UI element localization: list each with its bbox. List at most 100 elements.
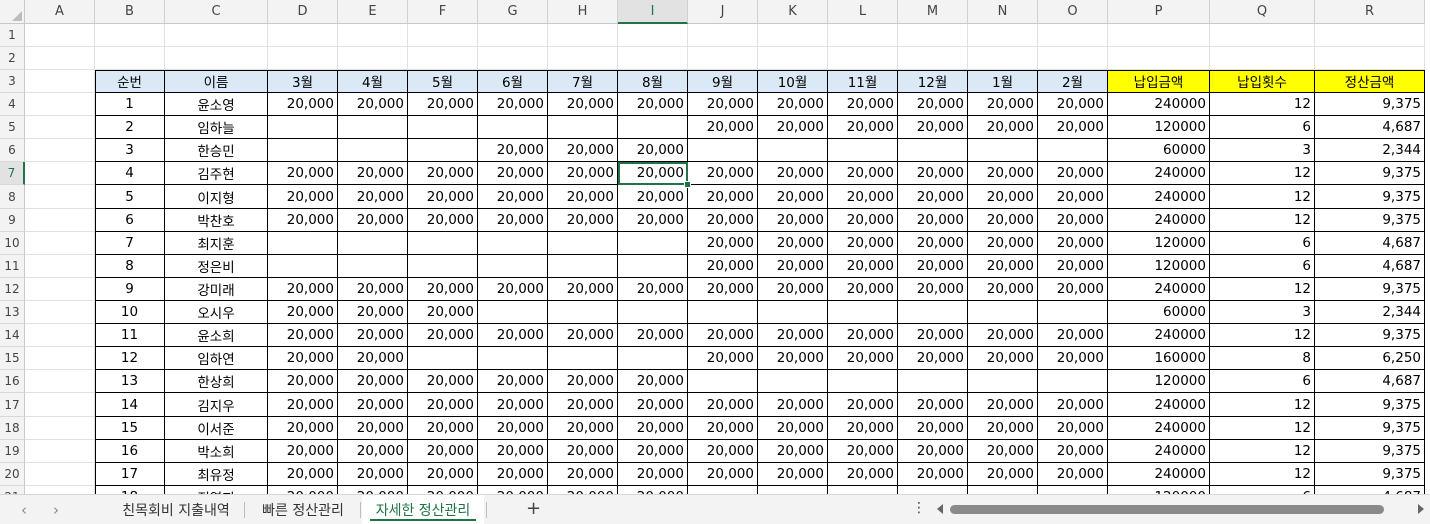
table-cell[interactable]: 20,000 (688, 278, 758, 301)
table-cell[interactable]: 9,375 (1315, 278, 1425, 301)
table-cell[interactable]: 20,000 (1038, 324, 1108, 347)
table-cell[interactable]: 20,000 (828, 393, 898, 417)
table-header-cell[interactable]: 6월 (478, 70, 548, 93)
row-header-15[interactable]: 15 (0, 347, 25, 370)
select-all-corner[interactable] (0, 0, 25, 24)
table-cell[interactable]: 20,000 (338, 486, 408, 494)
table-cell[interactable]: 240000 (1108, 278, 1210, 301)
table-cell[interactable] (1038, 301, 1108, 324)
table-cell[interactable]: 20,000 (1038, 116, 1108, 139)
table-cell[interactable]: 20,000 (688, 232, 758, 255)
sheet-tab-quick[interactable]: 빠른 정산관리 (246, 495, 360, 524)
table-cell[interactable]: 박소희 (165, 440, 268, 463)
table-cell[interactable]: 20,000 (338, 463, 408, 486)
column-header-j[interactable]: J (688, 0, 758, 24)
table-cell[interactable]: 240000 (1108, 417, 1210, 440)
table-cell[interactable]: 20,000 (618, 370, 688, 393)
table-cell[interactable]: 20,000 (898, 278, 968, 301)
table-cell[interactable] (618, 232, 688, 255)
table-cell[interactable]: 이지형 (165, 185, 268, 209)
table-cell[interactable] (338, 139, 408, 162)
table-cell[interactable]: 20,000 (548, 370, 618, 393)
table-cell[interactable] (828, 139, 898, 162)
table-cell[interactable]: 20,000 (478, 370, 548, 393)
grid-cell[interactable] (25, 417, 95, 440)
table-cell[interactable]: 20,000 (968, 278, 1038, 301)
table-header-cell[interactable]: 9월 (688, 70, 758, 93)
table-cell[interactable]: 20,000 (828, 93, 898, 116)
row-header-21[interactable]: 21 (0, 486, 25, 494)
row-header-11[interactable]: 11 (0, 255, 25, 278)
table-cell[interactable]: 12 (1210, 185, 1315, 209)
table-cell[interactable]: 12 (1210, 93, 1315, 116)
grid-cell[interactable] (758, 24, 828, 47)
table-cell[interactable]: 9,375 (1315, 393, 1425, 417)
column-header-h[interactable]: H (548, 0, 618, 24)
table-cell[interactable]: 20,000 (548, 486, 618, 494)
table-cell[interactable]: 12 (1210, 393, 1315, 417)
grid-cell[interactable] (25, 278, 95, 301)
table-cell[interactable]: 20,000 (688, 393, 758, 417)
table-cell[interactable]: 240000 (1108, 162, 1210, 185)
table-cell[interactable]: 20,000 (758, 185, 828, 209)
table-cell[interactable] (338, 116, 408, 139)
grid-cell[interactable] (618, 24, 688, 47)
table-cell[interactable]: 임하늘 (165, 116, 268, 139)
table-cell[interactable]: 6 (95, 209, 165, 232)
table-cell[interactable]: 20,000 (478, 139, 548, 162)
table-cell[interactable]: 20,000 (688, 162, 758, 185)
grid-cell[interactable] (25, 24, 95, 47)
table-cell[interactable]: 20,000 (688, 93, 758, 116)
table-cell[interactable] (338, 232, 408, 255)
table-cell[interactable]: 20,000 (828, 324, 898, 347)
table-cell[interactable]: 최유정 (165, 463, 268, 486)
table-header-cell[interactable]: 12월 (898, 70, 968, 93)
table-cell[interactable]: 12 (1210, 440, 1315, 463)
row-header-4[interactable]: 4 (0, 93, 25, 116)
table-cell[interactable]: 20,000 (758, 93, 828, 116)
table-cell[interactable]: 12 (95, 347, 165, 370)
table-cell[interactable]: 9,375 (1315, 463, 1425, 486)
table-cell[interactable]: 20,000 (478, 463, 548, 486)
table-cell[interactable]: 20,000 (548, 324, 618, 347)
table-header-cell[interactable]: 1월 (968, 70, 1038, 93)
table-cell[interactable]: 20,000 (898, 93, 968, 116)
table-cell[interactable]: 20,000 (478, 209, 548, 232)
table-cell[interactable]: 20,000 (618, 463, 688, 486)
table-cell[interactable]: 20,000 (828, 232, 898, 255)
table-cell[interactable] (758, 486, 828, 494)
grid-cell[interactable] (25, 463, 95, 486)
table-header-cell[interactable]: 10월 (758, 70, 828, 93)
table-cell[interactable]: 20,000 (688, 440, 758, 463)
table-cell[interactable]: 20,000 (688, 209, 758, 232)
grid-cell[interactable] (165, 24, 268, 47)
chevron-right-icon[interactable]: › (48, 501, 64, 519)
table-cell[interactable]: 20,000 (758, 417, 828, 440)
grid-cell[interactable] (1108, 24, 1210, 47)
table-cell[interactable]: 240000 (1108, 209, 1210, 232)
table-cell[interactable]: 20,000 (1038, 278, 1108, 301)
grid-cell[interactable] (268, 47, 338, 70)
table-cell[interactable]: 20,000 (968, 417, 1038, 440)
table-cell[interactable]: 윤소희 (165, 324, 268, 347)
table-cell[interactable]: 20,000 (1038, 440, 1108, 463)
grid-cell[interactable] (688, 47, 758, 70)
table-cell[interactable]: 20,000 (548, 440, 618, 463)
table-cell[interactable]: 20,000 (758, 278, 828, 301)
table-header-cell[interactable]: 순번 (95, 70, 165, 93)
grid-cell[interactable] (338, 47, 408, 70)
scroll-left-icon[interactable] (937, 504, 943, 514)
grid-cell[interactable] (25, 440, 95, 463)
row-header-9[interactable]: 9 (0, 209, 25, 232)
table-cell[interactable]: 20,000 (828, 209, 898, 232)
grid-cell[interactable] (548, 47, 618, 70)
grid-cell[interactable] (1210, 47, 1315, 70)
table-cell[interactable]: 4,687 (1315, 370, 1425, 393)
table-cell[interactable]: 20,000 (758, 209, 828, 232)
column-header-g[interactable]: G (478, 0, 548, 24)
grid-cell[interactable] (25, 347, 95, 370)
table-cell[interactable]: 9,375 (1315, 324, 1425, 347)
table-header-cell[interactable]: 3월 (268, 70, 338, 93)
table-cell[interactable]: 20,000 (688, 463, 758, 486)
table-cell[interactable]: 20,000 (1038, 255, 1108, 278)
